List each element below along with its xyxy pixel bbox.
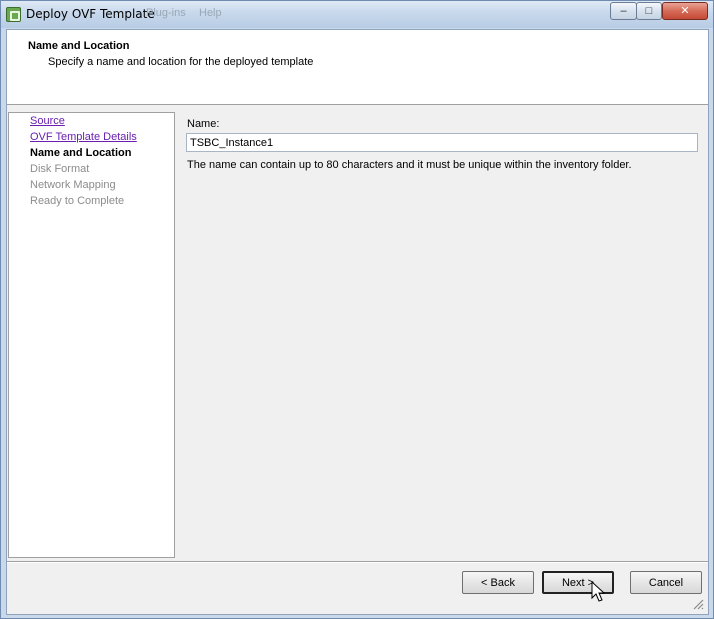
resize-grip-icon[interactable] [692, 598, 704, 610]
page-title: Name and Location [28, 40, 130, 52]
app-icon [6, 7, 21, 22]
deploy-ovf-window: Deploy OVF Template Plug-ins Help ‒ □ ✕ … [0, 0, 714, 619]
footer-divider [7, 561, 708, 563]
wizard-header: Name and Location Specify a name and loc… [7, 30, 708, 105]
step-network-mapping: Network Mapping [30, 179, 116, 191]
step-source[interactable]: Source [30, 115, 65, 127]
title-bar[interactable]: Deploy OVF Template Plug-ins Help ‒ □ ✕ [1, 1, 713, 28]
page-subtitle: Specify a name and location for the depl… [48, 56, 314, 68]
mouse-pointer-icon [591, 581, 605, 602]
step-name-and-location: Name and Location [30, 147, 132, 159]
name-hint-text: The name can contain up to 80 characters… [187, 159, 632, 171]
window-title: Deploy OVF Template [26, 7, 155, 21]
ghost-menu-plugins: Plug-ins [146, 7, 186, 19]
back-button[interactable]: < Back [462, 571, 534, 594]
step-ready-to-complete: Ready to Complete [30, 195, 125, 207]
ghost-menu-help: Help [199, 7, 222, 19]
wizard-steps-panel: Source OVF Template Details Name and Loc… [8, 112, 175, 558]
close-button[interactable]: ✕ [662, 2, 708, 20]
step-ovf-template-details[interactable]: OVF Template Details [30, 131, 137, 143]
step-disk-format: Disk Format [30, 163, 90, 175]
maximize-button[interactable]: □ [636, 2, 662, 20]
cancel-button[interactable]: Cancel [630, 571, 702, 594]
name-input[interactable] [186, 133, 698, 152]
wizard-client-area: Name and Location Specify a name and loc… [6, 29, 709, 615]
minimize-button[interactable]: ‒ [610, 2, 637, 20]
name-label: Name: [187, 118, 220, 130]
wizard-content: Name: The name can contain up to 80 char… [182, 112, 708, 558]
